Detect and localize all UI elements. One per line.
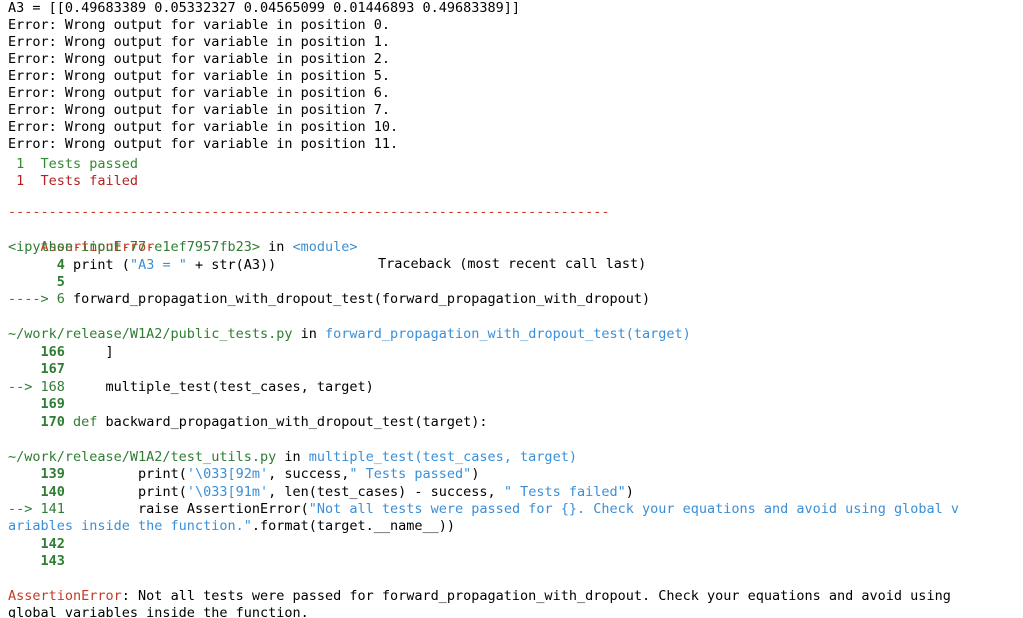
frame2-line-166: 166 ] [8, 344, 114, 361]
code-string: "Not all tests were passed for {}. Check… [308, 501, 959, 517]
frame2-line-169: 169 [8, 396, 65, 413]
traceback-header: AssertionError Traceback (most recent ca… [8, 222, 1008, 272]
code-string: "A3 = " [129, 257, 187, 273]
code-text: , success, [268, 466, 350, 482]
final-error-line: AssertionError: Not all tests were passe… [8, 588, 951, 605]
a3-output-line: A3 = [[0.49683389 0.05332327 0.04565099 … [8, 0, 521, 16]
code-text: print( [64, 484, 187, 500]
error-line: Error: Wrong output for variable in posi… [8, 68, 391, 84]
frame3-line-142: 142 [8, 536, 65, 553]
line-number: 167 [8, 361, 65, 377]
frame2-path: ~/work/release/W1A2/public_tests.py [8, 326, 293, 342]
tests-passed-line: 1 Tests passed [8, 156, 139, 172]
frame3-in: in [276, 449, 309, 465]
line-number: 4 [8, 257, 65, 273]
frame1-in: in [259, 239, 293, 255]
error-line: Error: Wrong output for variable in posi… [8, 34, 391, 50]
line-number: 140 [8, 484, 65, 500]
code-text: multiple_test(test_cases, target) [64, 379, 374, 395]
code-text: raise AssertionError( [64, 501, 309, 517]
arrow-line-number: --> 141 [8, 501, 65, 517]
frame1-line-5: 5 [8, 274, 65, 291]
error-line: Error: Wrong output for variable in posi… [8, 119, 399, 135]
frame3-line-143: 143 [8, 553, 65, 570]
error-line: Error: Wrong output for variable in posi… [8, 17, 391, 33]
final-error-line-wrap: global variables inside the function. [8, 605, 309, 618]
frame3-header: ~/work/release/W1A2/test_utils.py in mul… [8, 449, 577, 466]
frame3-func: multiple_test(test_cases, target) [308, 449, 577, 465]
code-string: ariables inside the function." [8, 518, 252, 534]
frame2-line-170: 170 def backward_propagation_with_dropou… [8, 414, 488, 431]
frame1-func: <module> [292, 239, 358, 255]
error-line: Error: Wrong output for variable in posi… [8, 85, 391, 101]
code-text: + str(A3)) [186, 257, 277, 273]
code-string: " Tests passed" [349, 466, 472, 482]
frame2-header: ~/work/release/W1A2/public_tests.py in f… [8, 326, 691, 343]
code-text: print( [64, 466, 187, 482]
final-error-name: AssertionError [8, 588, 122, 604]
frame1-line-4: 4 print ("A3 = " + str(A3)) [8, 257, 276, 274]
code-string: '\033[91m' [186, 484, 269, 500]
frame3-path: ~/work/release/W1A2/test_utils.py [8, 449, 277, 465]
code-text: .format(target.__name__)) [251, 518, 456, 534]
frame2-func: forward_propagation_with_dropout_test(ta… [325, 326, 691, 342]
line-number: 143 [8, 553, 65, 569]
traceback-divider: ----------------------------------------… [8, 204, 610, 220]
frame3-line-140: 140 print('\033[91m', len(test_cases) - … [8, 484, 634, 501]
code-text: backward_propagation_with_dropout_test(t… [97, 414, 488, 430]
line-number: 5 [8, 274, 65, 290]
frame3-line-139: 139 print('\033[92m', success," Tests pa… [8, 466, 480, 483]
code-string: " Tests failed" [503, 484, 626, 500]
frame2-arrow-line: --> 168 multiple_test(test_cases, target… [8, 379, 374, 396]
frame1-location: <ipython-input-77-e1ef7957fb23> [8, 239, 260, 255]
frame2-line-167: 167 [8, 361, 65, 378]
frame3-wrapped-line: ariables inside the function.".format(ta… [8, 518, 455, 535]
frame1-header: <ipython-input-77-e1ef7957fb23> in <modu… [8, 239, 358, 256]
keyword: def [64, 414, 98, 430]
traceback-title: Traceback (most recent call last) [378, 256, 647, 272]
final-error-message: : Not all tests were passed for forward_… [121, 588, 951, 604]
error-line: Error: Wrong output for variable in posi… [8, 51, 391, 67]
arrow-line-number: ----> 6 [8, 291, 65, 307]
line-number: 142 [8, 536, 65, 552]
error-line: Error: Wrong output for variable in posi… [8, 102, 391, 118]
code-text: forward_propagation_with_dropout_test(fo… [64, 291, 651, 307]
code-text: ) [625, 484, 634, 500]
error-line: Error: Wrong output for variable in posi… [8, 136, 399, 152]
arrow-line-number: --> 168 [8, 379, 65, 395]
code-string: '\033[92m' [186, 466, 269, 482]
code-text: , len(test_cases) - success, [268, 484, 504, 500]
line-number: 169 [8, 396, 65, 412]
line-number: 139 [8, 466, 65, 482]
code-text: ] [64, 344, 114, 360]
line-number: 166 [8, 344, 65, 360]
frame1-arrow-line: ----> 6 forward_propagation_with_dropout… [8, 291, 650, 308]
notebook-output: A3 = [[0.49683389 0.05332327 0.04565099 … [0, 0, 1023, 618]
line-number: 170 [8, 414, 65, 430]
code-text: print ( [64, 257, 130, 273]
frame3-arrow-line: --> 141 raise AssertionError("Not all te… [8, 501, 959, 518]
tests-failed-line: 1 Tests failed [8, 173, 139, 189]
frame2-in: in [292, 326, 325, 342]
code-text: ) [471, 466, 480, 482]
